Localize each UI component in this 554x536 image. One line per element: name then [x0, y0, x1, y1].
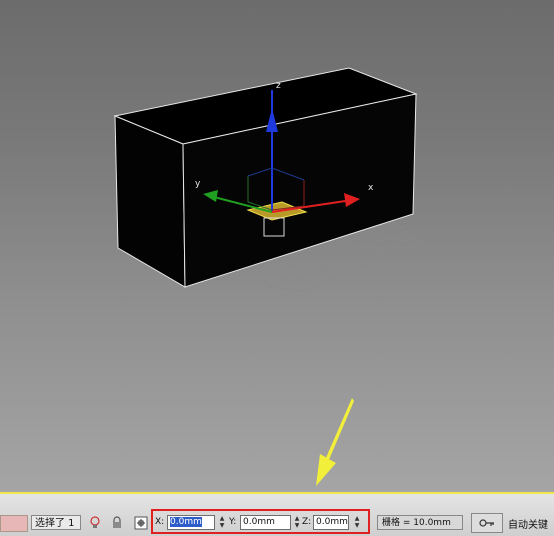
- object-color-swatch[interactable]: [0, 515, 28, 532]
- gizmo-z-label: z: [276, 81, 281, 91]
- annotation-arrow: [316, 398, 354, 486]
- gizmo-x-label: x: [368, 183, 374, 193]
- grid-size-readout: 栅格 = 10.0mm: [377, 515, 463, 530]
- x-spinner[interactable]: ▲ ▼: [218, 515, 226, 530]
- y-label: Y:: [229, 517, 237, 527]
- gizmo-y-label: y: [195, 179, 201, 189]
- selection-count: 选择了 1: [31, 515, 81, 530]
- z-label: Z:: [302, 517, 312, 527]
- z-spinner[interactable]: ▲ ▼: [353, 515, 361, 530]
- x-coordinate-field[interactable]: 0.0mm: [167, 515, 215, 530]
- lightbulb-icon[interactable]: [87, 515, 102, 530]
- lock-icon[interactable]: [109, 515, 124, 530]
- set-key-button[interactable]: [471, 513, 503, 533]
- perspective-viewport[interactable]: x y z: [0, 0, 554, 492]
- absolute-transform-icon[interactable]: [133, 515, 148, 530]
- z-coordinate-field[interactable]: 0.0mm: [313, 515, 349, 530]
- x-label: X:: [155, 517, 165, 527]
- key-icon: [479, 519, 494, 527]
- auto-key-button[interactable]: 自动关键: [508, 516, 548, 531]
- status-bar: 选择了 1 X: 0.0mm ▲ ▼ Y: 0.0mm ▲ ▼ Z: 0.0mm ▲…: [0, 494, 554, 536]
- scene-canvas: x y z: [113, 67, 421, 486]
- y-coordinate-field[interactable]: 0.0mm: [240, 515, 291, 530]
- y-spinner[interactable]: ▲ ▼: [293, 515, 301, 530]
